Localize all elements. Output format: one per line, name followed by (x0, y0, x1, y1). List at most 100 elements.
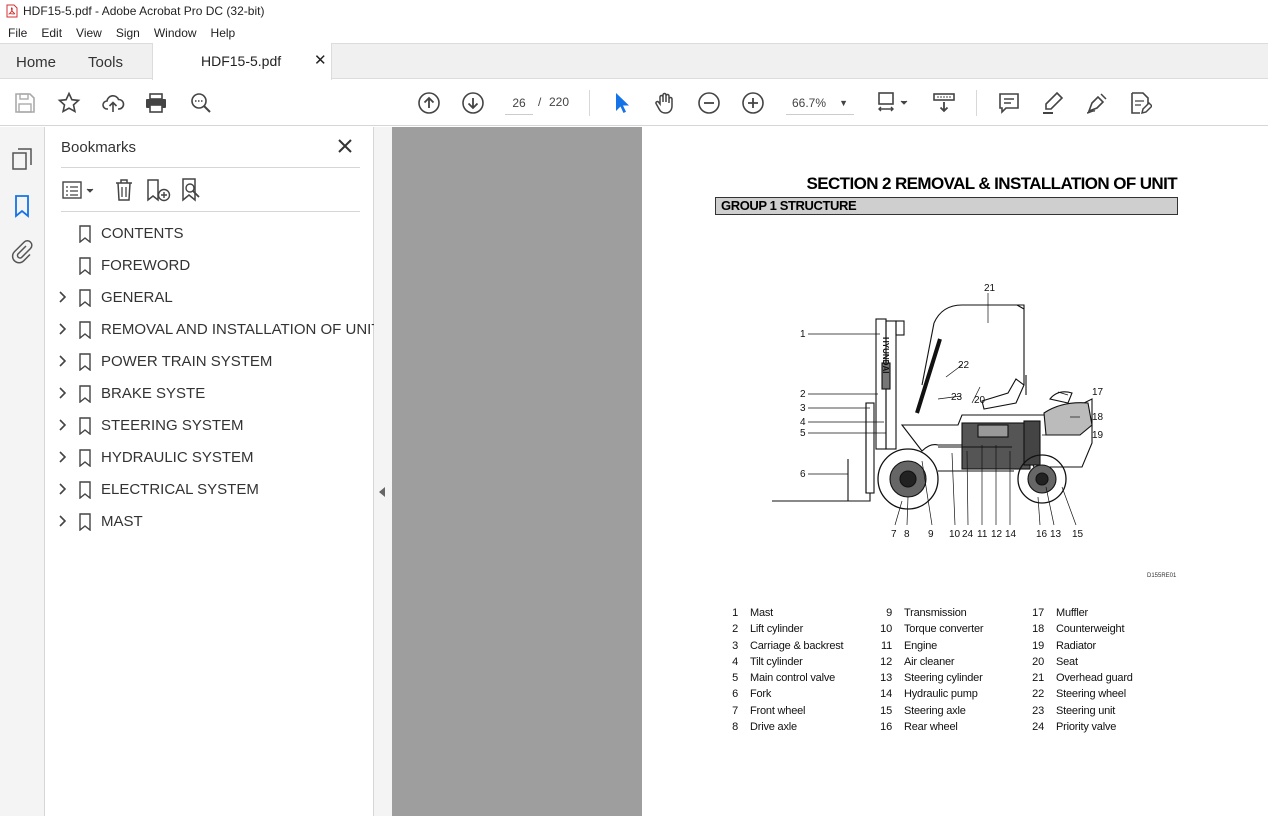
legend-text: Fork (750, 688, 772, 701)
star-icon[interactable] (57, 91, 81, 115)
hand-tool-icon[interactable] (653, 91, 677, 115)
legend-number: 24 (1032, 721, 1044, 734)
legend-text: Radiator (1056, 639, 1096, 652)
bookmark-item[interactable]: POWER TRAIN SYSTEM (45, 346, 374, 378)
menu-help[interactable]: Help (204, 26, 243, 40)
bookmark-item[interactable]: ELECTRICAL SYSTEM (45, 474, 374, 506)
tab-home[interactable]: Home (16, 54, 56, 71)
highlight-pen-icon[interactable] (1041, 91, 1065, 115)
zoom-in-icon[interactable] (741, 91, 765, 115)
draw-sign-icon[interactable] (1085, 91, 1109, 115)
divider (61, 167, 360, 168)
legend-number: 20 (1032, 655, 1044, 668)
chevron-right-icon[interactable] (58, 354, 68, 368)
callout-label: 23 (951, 392, 963, 403)
menu-window[interactable]: Window (147, 26, 204, 40)
legend-text: Steering unit (1056, 704, 1116, 717)
legend-text: Counterweight (1056, 623, 1125, 636)
chevron-right-icon[interactable] (58, 450, 68, 464)
close-panel-icon[interactable] (335, 136, 355, 156)
page-thumbnails-icon[interactable] (10, 147, 34, 171)
chevron-right-icon[interactable] (58, 290, 68, 304)
legend-item: 11 Engine (876, 640, 1036, 656)
print-icon[interactable] (144, 91, 168, 115)
legend-item: 7 Front wheel (722, 705, 882, 721)
bookmark-options-icon[interactable] (61, 177, 97, 203)
section-title: SECTION 2 REMOVAL & INSTALLATION OF UNIT (806, 174, 1178, 193)
menu-view[interactable]: View (69, 26, 109, 40)
close-tab-icon[interactable]: ✕ (314, 51, 327, 69)
legend-number: 1 (732, 607, 738, 619)
legend-item: 13 Steering cylinder (876, 672, 1036, 688)
find-bookmark-icon[interactable] (179, 177, 205, 203)
bookmark-item[interactable]: FOREWORD (45, 250, 374, 282)
chevron-right-icon[interactable] (58, 418, 68, 432)
legend-item: 4 Tilt cylinder (722, 656, 882, 672)
tab-document[interactable]: HDF15-5.pdf ✕ (152, 43, 332, 80)
legend-column: 17 Muffler 18 Counterweight 19 Radiator 20 Seat… (1028, 607, 1188, 737)
tab-tools[interactable]: Tools (88, 54, 123, 71)
delete-bookmark-icon[interactable] (111, 177, 137, 203)
callout-label: 8 (904, 529, 910, 540)
panel-splitter[interactable] (374, 127, 392, 816)
legend-item: 6 Fork (722, 688, 882, 704)
chevron-right-icon[interactable] (58, 386, 68, 400)
document-viewport[interactable]: SECTION 2 REMOVAL & INSTALLATION OF UNIT… (392, 127, 1268, 816)
callout-label: 21 (984, 283, 996, 294)
bookmark-item[interactable]: MAST (45, 506, 374, 538)
menu-sign[interactable]: Sign (109, 26, 147, 40)
legend-text: Seat (1056, 655, 1078, 668)
legend-item: 9 Transmission (876, 607, 1036, 623)
new-bookmark-icon[interactable] (145, 177, 171, 203)
edit-pdf-icon[interactable] (1128, 91, 1154, 115)
callout-label: 14 (1005, 529, 1017, 540)
bookmark-item[interactable]: GENERAL (45, 282, 374, 314)
bookmark-label: HYDRAULIC SYSTEM (101, 449, 254, 466)
acrobat-pdf-icon (6, 4, 18, 18)
bookmark-item[interactable]: HYDRAULIC SYSTEM (45, 442, 374, 474)
bookmark-label: REMOVAL AND INSTALLATION OF UNIT (101, 321, 381, 338)
legend-item: 18 Counterweight (1028, 623, 1188, 639)
forklift-structure-diagram: HYUNDAI 1235467 8 9 10 24 11 12 14 16 13 151718192… (772, 283, 1104, 540)
bookmark-item[interactable]: REMOVAL AND INSTALLATION OF UNIT (45, 314, 381, 346)
toolbar: 26 / 220 66.7% ▼ (0, 80, 1268, 126)
chevron-right-icon[interactable] (58, 482, 68, 496)
scroll-mode-icon[interactable] (932, 91, 956, 115)
callout-label: 16 (1036, 529, 1048, 540)
chevron-right-icon[interactable] (58, 322, 68, 336)
comment-icon[interactable] (997, 91, 1021, 115)
select-cursor-icon[interactable] (609, 91, 633, 115)
callout-label: 10 (949, 529, 961, 540)
callout-label: 3 (800, 403, 806, 414)
zoom-level-select[interactable]: 66.7% ▼ (786, 91, 854, 115)
tab-bar: Home Tools HDF15-5.pdf ✕ (0, 43, 1268, 80)
page-fit-icon[interactable] (876, 91, 912, 115)
previous-page-icon[interactable] (417, 91, 441, 115)
callout-label: 12 (991, 529, 1003, 540)
bookmark-item[interactable]: CONTENTS (45, 218, 374, 250)
callout-label: 11 (977, 529, 988, 540)
legend-text: Lift cylinder (750, 623, 804, 636)
pdf-page: SECTION 2 REMOVAL & INSTALLATION OF UNIT… (642, 127, 1268, 816)
upload-cloud-icon[interactable] (101, 91, 125, 115)
page-number-input[interactable]: 26 (505, 91, 533, 115)
bookmarks-icon[interactable] (10, 194, 34, 218)
next-page-icon[interactable] (461, 91, 485, 115)
chevron-right-icon[interactable] (58, 514, 68, 528)
bookmark-item[interactable]: STEERING SYSTEM (45, 410, 374, 442)
legend-text: Main control valve (750, 672, 836, 685)
attachments-paperclip-icon[interactable] (10, 240, 34, 264)
zoom-out-icon[interactable] (697, 91, 721, 115)
bookmark-list: CONTENTS FOREWORD GENERAL REMOVAL AND INSTA… (45, 218, 381, 538)
collapse-panel-arrow-icon[interactable] (379, 487, 385, 497)
legend-number: 9 (886, 607, 892, 619)
bookmark-item[interactable]: BRAKE SYSTE (45, 378, 374, 410)
callout-label: 17 (1092, 387, 1104, 398)
menu-edit[interactable]: Edit (34, 26, 69, 40)
menu-file[interactable]: File (0, 26, 34, 40)
window-title: HDF15-5.pdf - Adobe Acrobat Pro DC (32-b… (23, 4, 265, 18)
find-zoom-icon[interactable] (189, 91, 213, 115)
legend-number: 14 (880, 688, 892, 701)
save-icon[interactable] (13, 91, 37, 115)
legend-text: Transmission (904, 607, 967, 619)
